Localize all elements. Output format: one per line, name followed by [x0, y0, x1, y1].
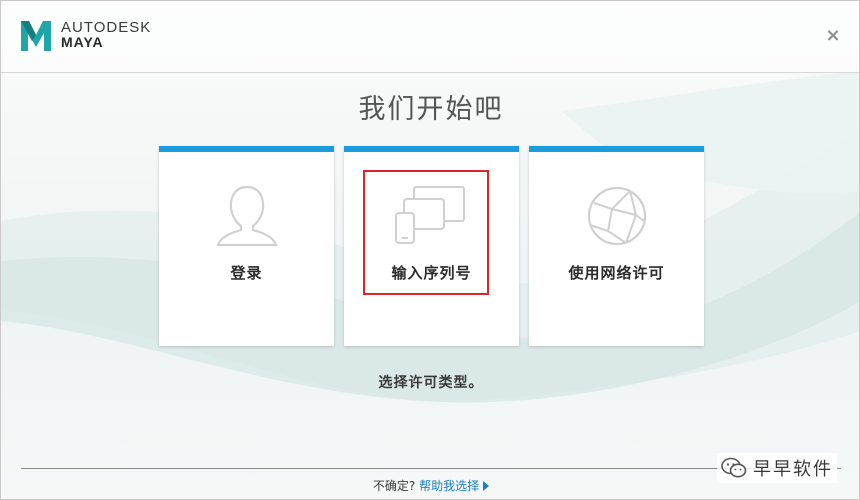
close-button[interactable]: ×: [825, 25, 841, 46]
title-bar: AUTODESK MAYA ×: [1, 1, 859, 73]
license-type-hint: 选择许可类型。: [378, 375, 484, 391]
card-network-license[interactable]: 使用网络许可: [529, 146, 704, 346]
network-globe-icon: [587, 186, 646, 246]
footer-question: 不确定?: [372, 479, 416, 493]
watermark: 早早软件: [717, 453, 837, 483]
page-title: 我们开始吧: [358, 94, 504, 125]
autodesk-maya-logo: AUTODESK MAYA: [19, 17, 151, 53]
help-me-choose-link[interactable]: 帮助我选择: [419, 479, 490, 493]
card-enter-serial[interactable]: 输入序列号: [344, 146, 519, 346]
card-sign-in[interactable]: 登录: [159, 146, 334, 346]
card-label: 输入序列号: [391, 264, 472, 282]
brand-line2: MAYA: [61, 34, 104, 50]
card-label: 登录: [230, 264, 263, 282]
brand-line1: AUTODESK: [61, 19, 152, 36]
card-label: 使用网络许可: [568, 264, 665, 282]
wechat-icon: [721, 457, 747, 478]
maya-logo-icon: [21, 21, 51, 51]
close-icon: ×: [825, 25, 841, 46]
installer-window: AUTODESK MAYA × 我们开始吧 登录 输入序列号 使用网络许可 选择…: [0, 0, 860, 500]
user-icon: [216, 185, 277, 247]
help-link-label: 帮助我选择: [419, 479, 480, 493]
devices-icon: [394, 186, 465, 244]
watermark-text: 早早软件: [753, 459, 833, 480]
play-arrow-icon: [483, 481, 490, 491]
